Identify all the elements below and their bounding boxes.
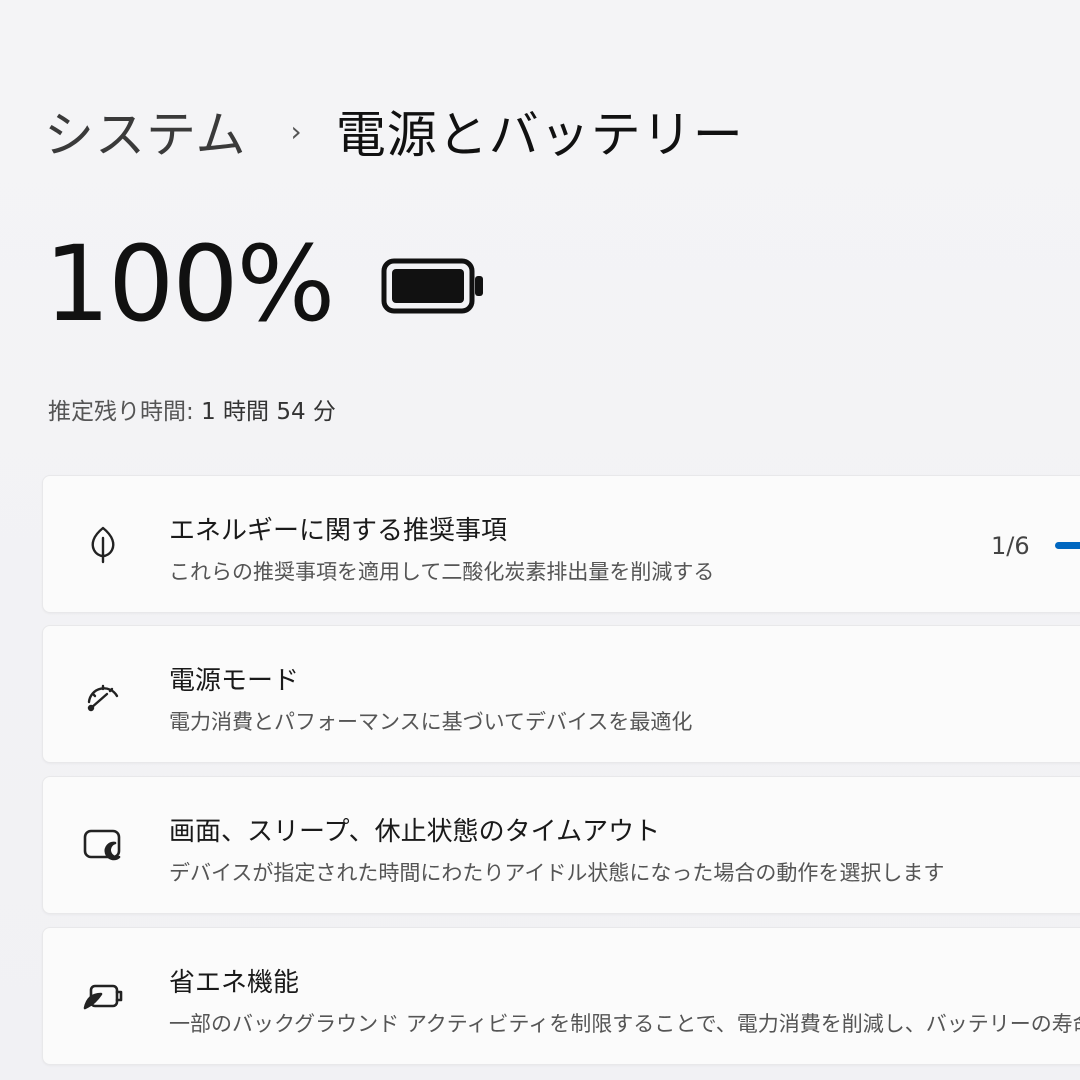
card-title: 電源モード: [169, 666, 300, 696]
card-description: 電力消費とパフォーマンスに基づいてデバイスを最適化: [169, 710, 693, 734]
card-screen-sleep-timeouts[interactable]: 画面、スリープ、休止状態のタイムアウト デバイスが指定された時間にわたりアイドル…: [42, 776, 1080, 914]
battery-status: 100%: [44, 232, 487, 336]
card-energy-saver[interactable]: 省エネ機能 一部のバックグラウンド アクティビティを制限することで、電力消費を削…: [42, 927, 1080, 1065]
card-description: これらの推奨事項を適用して二酸化炭素排出量を削減する: [169, 560, 715, 584]
battery-full-icon: [381, 258, 487, 318]
breadcrumb: システム › 電源とバッテリー: [44, 95, 744, 167]
card-title: エネルギーに関する推奨事項: [169, 516, 508, 546]
gauge-icon: [81, 672, 125, 716]
estimated-time-remaining: 推定残り時間: 1 時間 54 分: [48, 392, 336, 426]
card-title: 省エネ機能: [169, 968, 300, 998]
card-description: デバイスが指定された時間にわたりアイドル状態になった場合の動作を選択します: [169, 861, 945, 885]
screen-sleep-icon: [81, 823, 125, 867]
card-power-mode[interactable]: 電源モード 電力消費とパフォーマンスに基づいてデバイスを最適化: [42, 625, 1080, 763]
card-description: 一部のバックグラウンド アクティビティを制限することで、電力消費を削減し、バッテ…: [169, 1012, 1080, 1036]
battery-percentage: 100%: [44, 223, 335, 345]
leaf-icon: [81, 522, 125, 566]
card-energy-recommendations[interactable]: エネルギーに関する推奨事項 これらの推奨事項を適用して二酸化炭素排出量を削減する…: [42, 475, 1080, 613]
settings-page: システム › 電源とバッテリー 100% 推定残り時間: 1 時間 54 分 エ…: [0, 0, 1080, 1080]
recommendation-progress-bar: [1055, 542, 1080, 549]
battery-saver-icon: [81, 974, 125, 1018]
page-title: 電源とバッテリー: [335, 106, 744, 164]
remaining-value: 1 時間 54 分: [201, 399, 336, 425]
breadcrumb-separator-icon: ›: [290, 114, 302, 148]
recommendation-counter: 1/6: [991, 532, 1030, 560]
breadcrumb-system-link[interactable]: システム: [44, 95, 247, 167]
card-title: 画面、スリープ、休止状態のタイムアウト: [169, 817, 661, 847]
remaining-label: 推定残り時間:: [48, 399, 194, 425]
